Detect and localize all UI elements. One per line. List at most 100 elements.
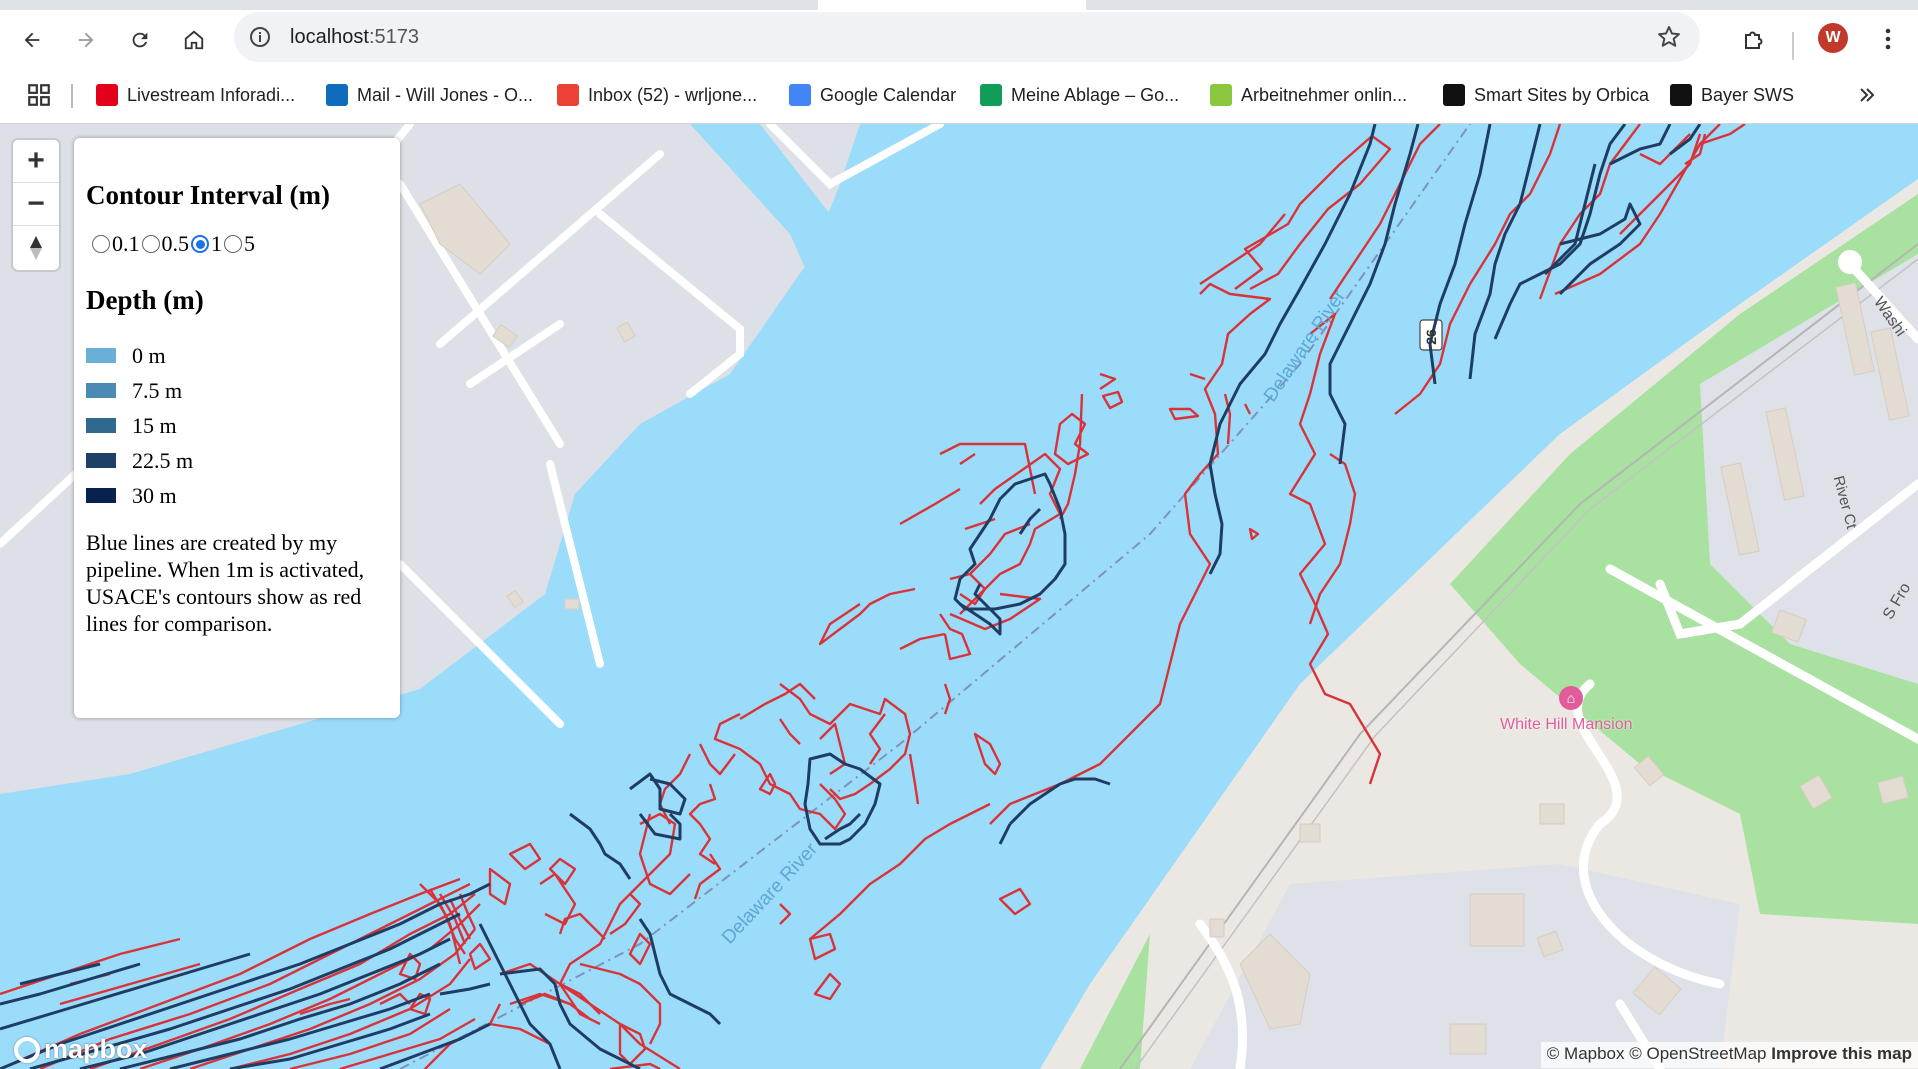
depth-legend-item: 22.5 m bbox=[86, 443, 388, 478]
bookmark-label: Arbeitnehmer onlin... bbox=[1241, 84, 1408, 105]
contour-interval-radios: 0.1 0.5 1 5 bbox=[86, 231, 388, 257]
bookmarks-bar: Livestream Inforadi... Mail - Will Jones … bbox=[0, 72, 1918, 124]
bookmarks-separator bbox=[71, 84, 73, 108]
interval-option[interactable]: 5 bbox=[224, 231, 255, 257]
zoom-out-button[interactable]: − bbox=[13, 183, 59, 226]
depth-label: 22.5 m bbox=[132, 447, 194, 473]
contour-interval-title: Contour Interval (m) bbox=[86, 180, 330, 210]
active-tab[interactable] bbox=[818, 0, 1086, 10]
bookmark-item[interactable]: Arbeitnehmer onlin... bbox=[1210, 80, 1407, 110]
depth-legend-item: 15 m bbox=[86, 408, 388, 443]
radio-button[interactable] bbox=[224, 235, 242, 253]
bookmark-label: Smart Sites by Orbica bbox=[1474, 84, 1650, 105]
reload-button[interactable] bbox=[122, 22, 158, 58]
calendar-icon bbox=[789, 84, 811, 106]
depth-swatch bbox=[86, 418, 116, 433]
depth-swatch bbox=[86, 348, 116, 363]
bookmark-item[interactable]: Mail - Will Jones - O... bbox=[326, 80, 533, 110]
depth-legend-item: 0 m bbox=[86, 338, 388, 373]
depth-label: 15 m bbox=[132, 412, 177, 438]
bookmark-label: Inbox (52) - wrljone... bbox=[588, 84, 758, 105]
depth-legend-item: 7.5 m bbox=[86, 373, 388, 408]
poi-icon: ⌂ bbox=[1559, 686, 1583, 710]
forward-button[interactable] bbox=[68, 22, 104, 58]
url-host: localhost bbox=[290, 26, 369, 48]
radio-button[interactable] bbox=[141, 235, 160, 253]
depth-label: 7.5 m bbox=[132, 377, 183, 403]
bookmark-item[interactable]: Bayer SWS bbox=[1670, 80, 1794, 110]
bookmark-item[interactable]: Smart Sites by Orbica bbox=[1443, 80, 1649, 110]
gmail-icon bbox=[557, 84, 579, 106]
plus-icon: + bbox=[27, 144, 45, 177]
interval-option[interactable]: 0.1 bbox=[92, 231, 140, 257]
mapbox-logo-text: mapbox bbox=[44, 1034, 148, 1064]
depth-legend-item: 30 m bbox=[86, 478, 388, 513]
minus-icon: − bbox=[27, 187, 45, 220]
orbica-icon bbox=[1670, 84, 1692, 106]
interval-option[interactable]: 1 bbox=[191, 231, 222, 257]
apps-grid-icon[interactable] bbox=[26, 82, 52, 108]
depth-swatch bbox=[86, 488, 116, 503]
bookmark-item[interactable]: Inbox (52) - wrljone... bbox=[557, 80, 757, 110]
mapbox-ring-icon bbox=[14, 1036, 40, 1063]
browser-toolbar: localhost:5173 W bbox=[0, 10, 1918, 72]
poi-label[interactable]: White Hill Mansion bbox=[1500, 716, 1632, 734]
url-text: localhost:5173 bbox=[290, 26, 419, 49]
browser-chrome: localhost:5173 W Livestream Inforadi... M… bbox=[0, 0, 1918, 124]
interval-label: 1 bbox=[211, 231, 222, 256]
bookmark-label: Meine Ablage – Go... bbox=[1011, 84, 1180, 105]
depth-swatch bbox=[86, 383, 116, 398]
extensions-button[interactable] bbox=[1736, 22, 1772, 58]
depth-title: Depth (m) bbox=[86, 285, 204, 315]
interval-label: 5 bbox=[244, 231, 255, 256]
depth-label: 30 m bbox=[132, 482, 177, 508]
datev-icon bbox=[1210, 84, 1232, 106]
arrow-left-icon bbox=[24, 32, 40, 48]
interval-label: 0.5 bbox=[161, 231, 190, 256]
legend-note: Blue lines are created by my pipeline. W… bbox=[86, 530, 365, 636]
bookmark-label: Mail - Will Jones - O... bbox=[357, 84, 534, 105]
bookmark-item[interactable]: Meine Ablage – Go... bbox=[980, 80, 1179, 110]
drive-icon bbox=[980, 84, 1002, 106]
outlook-icon bbox=[326, 84, 348, 106]
legend-panel: Contour Interval (m) 0.1 0.5 1 5 Depth (m) … bbox=[74, 138, 400, 718]
radio-button[interactable] bbox=[191, 235, 209, 253]
puzzle-icon bbox=[1745, 31, 1763, 49]
chevron-double-right-icon[interactable] bbox=[1855, 82, 1879, 108]
attribution-text[interactable]: © Mapbox © OpenStreetMap bbox=[1547, 1044, 1767, 1063]
map-zoom-control: + − bbox=[13, 140, 59, 270]
interval-option[interactable]: 0.5 bbox=[141, 231, 190, 257]
profile-avatar[interactable]: W bbox=[1818, 23, 1848, 53]
back-button[interactable] bbox=[14, 22, 50, 58]
depth-legend: 0 m 7.5 m 15 m 22.5 m 30 m bbox=[86, 338, 388, 513]
orbica-icon bbox=[1443, 84, 1465, 106]
radio-button[interactable] bbox=[92, 235, 110, 253]
bookmark-label: Livestream Inforadi... bbox=[127, 84, 296, 105]
bookmark-label: Google Calendar bbox=[820, 84, 957, 105]
depth-swatch bbox=[86, 453, 116, 468]
arrow-right-icon bbox=[78, 32, 94, 48]
address-bar[interactable]: localhost:5173 bbox=[234, 12, 1700, 62]
route-shield-label: 26 bbox=[1423, 329, 1439, 345]
bookmark-star-icon[interactable] bbox=[1656, 24, 1682, 50]
bookmark-item[interactable]: Google Calendar bbox=[789, 80, 956, 110]
browser-menu-button[interactable] bbox=[1876, 24, 1900, 54]
depth-label: 0 m bbox=[132, 342, 166, 368]
interval-label: 0.1 bbox=[112, 231, 140, 256]
home-icon bbox=[184, 30, 204, 50]
zoom-in-button[interactable]: + bbox=[13, 140, 59, 183]
bookmark-item[interactable]: Livestream Inforadi... bbox=[96, 80, 295, 110]
map-canvas[interactable]: Delaware River Delaware River 26 ⌂ White… bbox=[0, 124, 1918, 1069]
toolbar-separator bbox=[1792, 32, 1794, 60]
home-button[interactable] bbox=[176, 22, 212, 58]
url-port: :5173 bbox=[368, 26, 419, 48]
bookmark-label: Bayer SWS bbox=[1701, 84, 1795, 105]
tab-strip bbox=[0, 0, 1918, 10]
site-info-icon[interactable] bbox=[248, 25, 272, 49]
improve-map-link[interactable]: Improve this map bbox=[1771, 1044, 1912, 1063]
map-attribution: © Mapbox © OpenStreetMap Improve this ma… bbox=[1540, 1042, 1918, 1068]
reload-icon bbox=[132, 32, 148, 48]
compass-button[interactable] bbox=[13, 226, 59, 269]
mapbox-logo[interactable]: mapbox bbox=[14, 1034, 148, 1065]
compass-icon bbox=[30, 235, 42, 260]
